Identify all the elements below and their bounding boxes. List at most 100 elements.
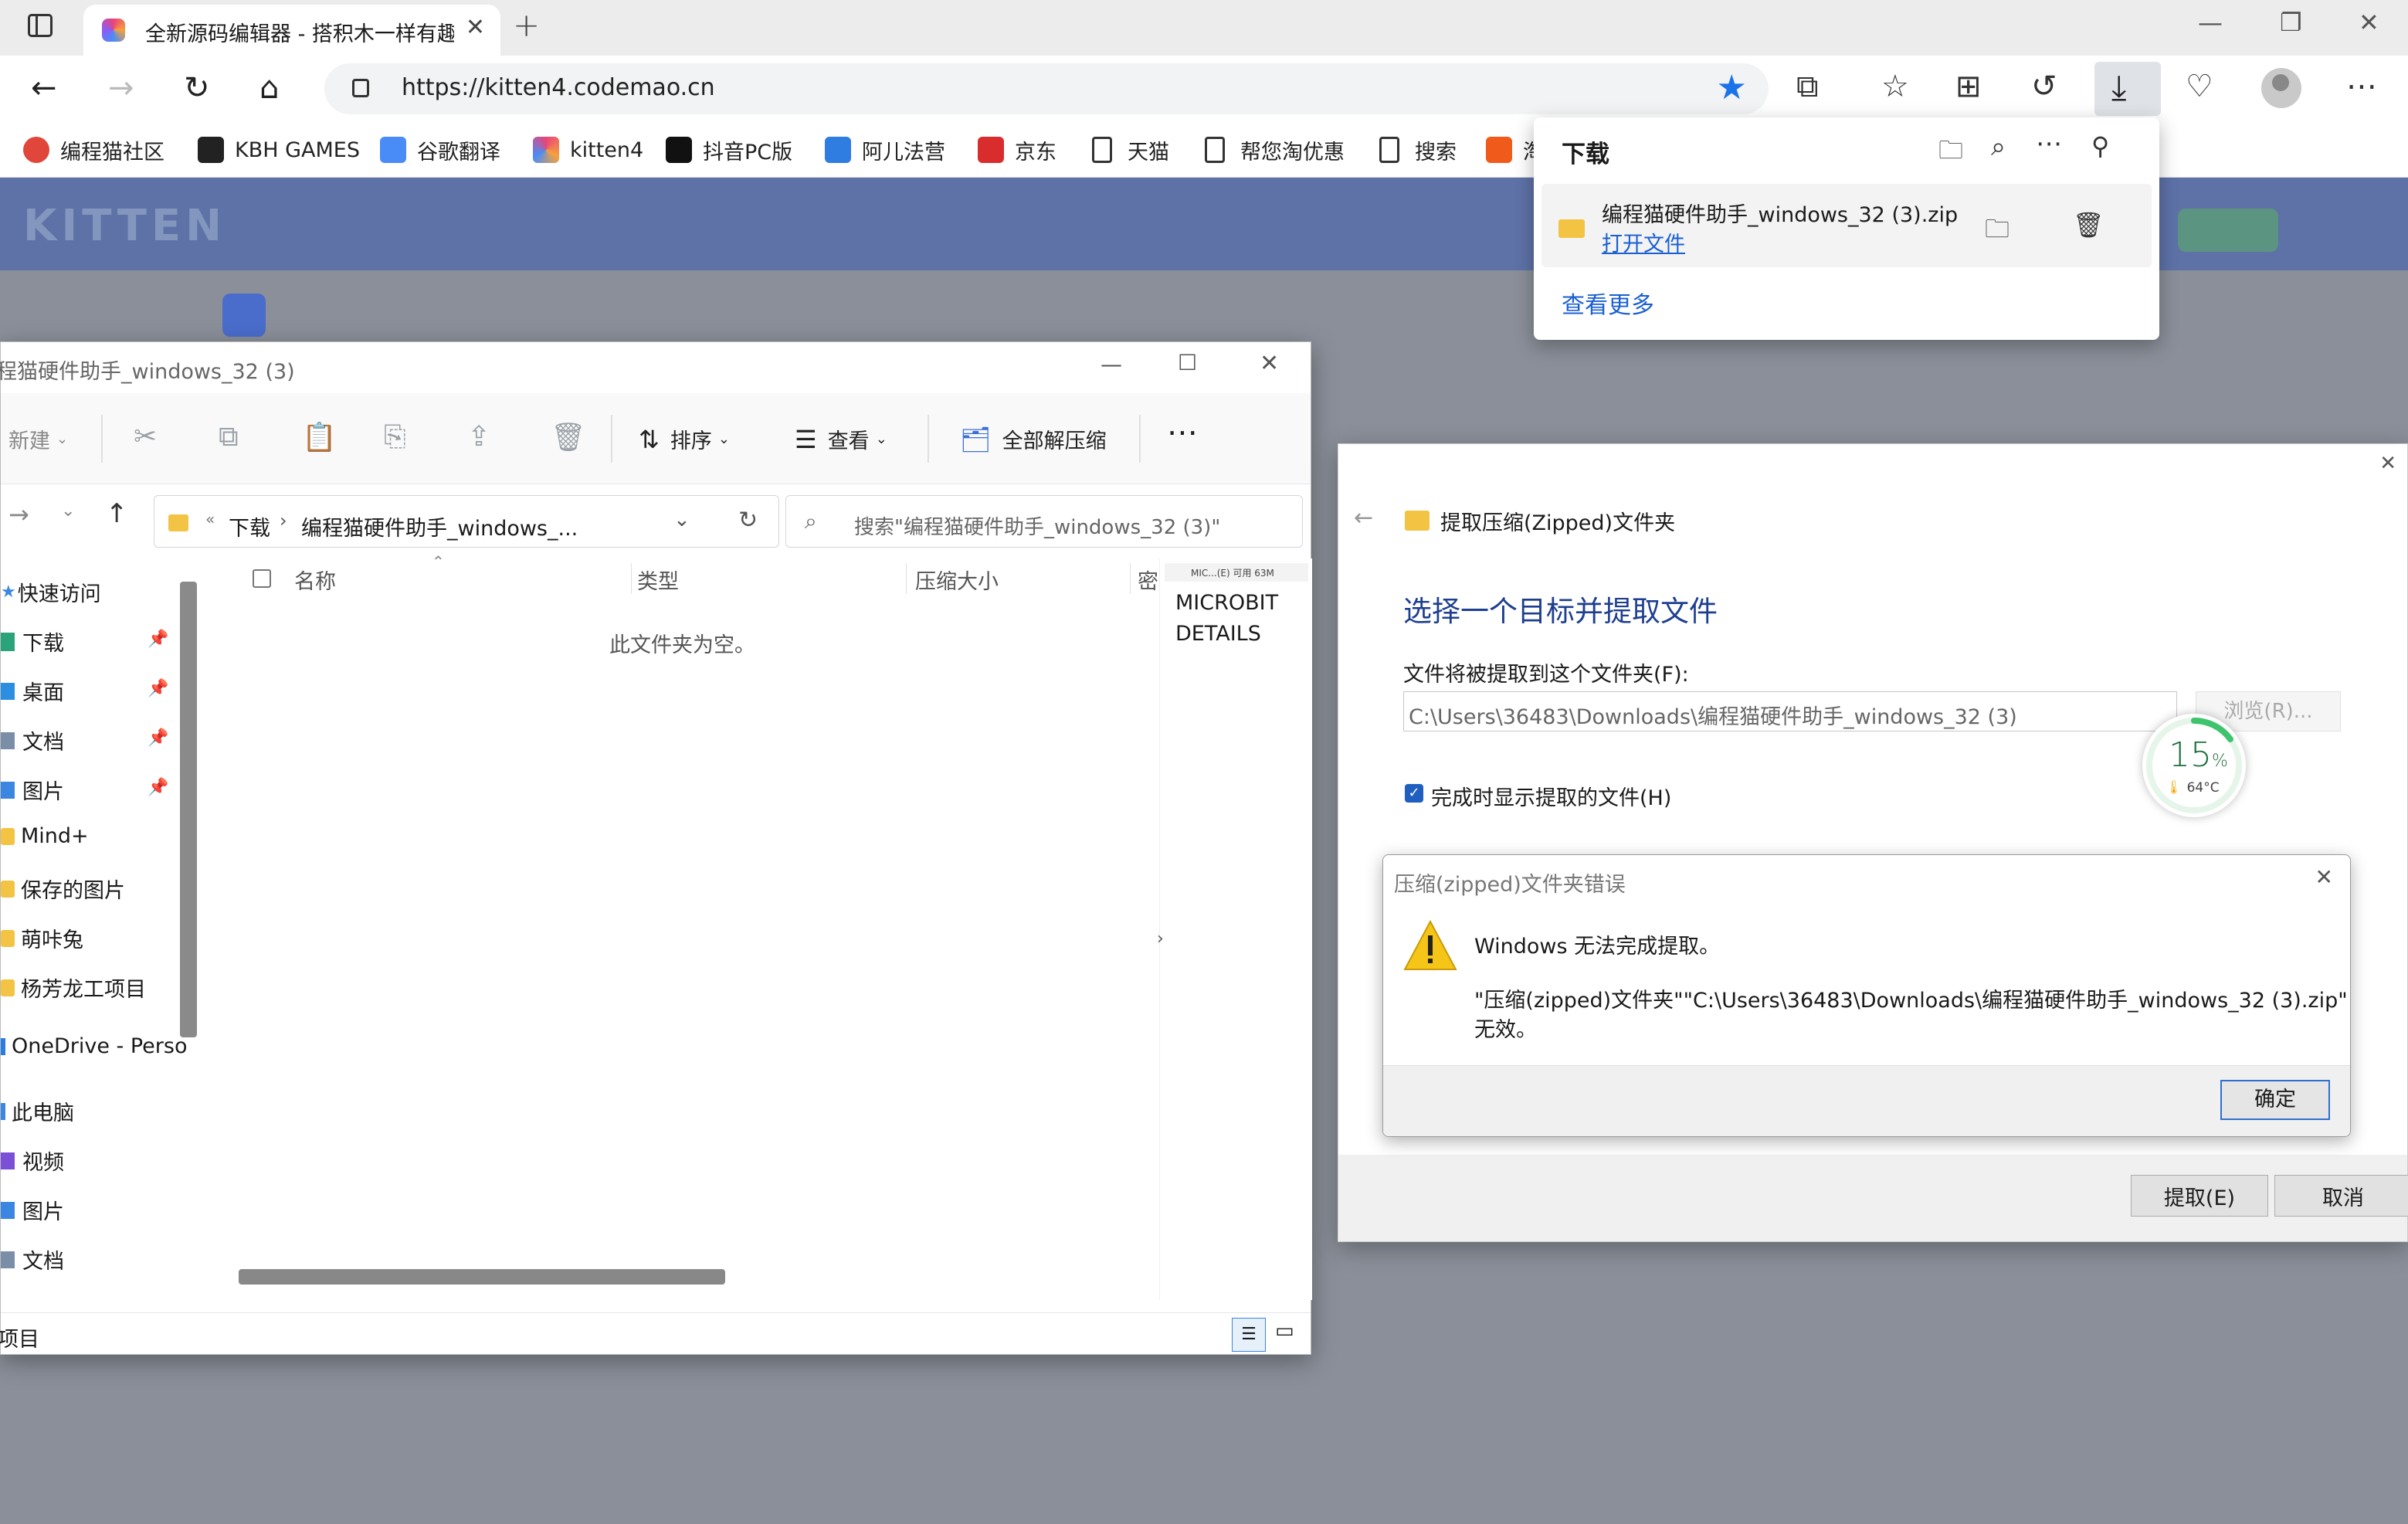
share-icon[interactable]: ⇪ (467, 421, 490, 453)
home-icon[interactable]: ⌂ (259, 70, 279, 107)
sidebar-item-pictures[interactable]: 图片 (1, 775, 64, 805)
maximize-icon[interactable]: ☐ (1178, 350, 1197, 375)
bookmark-item[interactable]: 谷歌翻译 (380, 133, 500, 167)
sidebar-item-mengkatu[interactable]: 萌咔兔 (1, 923, 83, 953)
close-icon[interactable]: ✕ (2379, 452, 2396, 475)
minimize-icon[interactable]: — (1101, 351, 1122, 377)
show-files-checkbox[interactable]: ✓ (1405, 784, 1423, 803)
new-button[interactable]: 新建 ⌄ (8, 424, 68, 454)
favorites-icon[interactable]: ☆ (1881, 66, 1909, 107)
new-tab-icon[interactable]: + (513, 6, 540, 44)
show-in-folder-icon[interactable]: 🗀 (1985, 212, 2009, 253)
close-window-icon[interactable]: ✕ (2359, 8, 2379, 37)
see-more-link[interactable]: 查看更多 (1562, 286, 1654, 320)
column-type[interactable]: 类型 (637, 565, 679, 595)
sidebar-item-pictures-pc[interactable]: 图片 (1, 1195, 64, 1225)
bookmark-item[interactable]: 抖音PC版 (666, 133, 792, 167)
select-all-checkbox[interactable] (253, 569, 271, 588)
chevron-down-icon[interactable]: ⌄ (673, 508, 690, 531)
extract-all-button[interactable]: 🗂 全部解压缩 (960, 424, 1107, 454)
close-icon[interactable]: ✕ (1260, 350, 1279, 377)
forward-icon[interactable]: → (108, 70, 134, 107)
favorite-star-icon[interactable]: ★ (1717, 68, 1747, 107)
restore-icon[interactable]: ❐ (2280, 8, 2302, 37)
sidebar-item-onedrive[interactable]: OneDrive - Perso (1, 1034, 187, 1058)
sidebar-item-saved-pictures[interactable]: 保存的图片 (1, 874, 125, 904)
back-icon[interactable]: ← (1354, 504, 1373, 531)
tab-actions-icon[interactable] (28, 14, 53, 37)
sidebar-item-project[interactable]: 杨芳龙工项目 (1, 972, 146, 1003)
back-icon[interactable]: ← (31, 70, 57, 107)
up-arrow-icon[interactable]: ↑ (106, 498, 128, 529)
breadcrumb[interactable]: « 下载 › 编程猫硬件助手_windows_... ⌄ ↻ (154, 495, 779, 548)
history-icon[interactable]: ↺ (2031, 66, 2057, 107)
bookmark-item[interactable]: KBH GAMES (198, 133, 360, 167)
open-file-link[interactable]: 打开文件 (1602, 227, 1685, 257)
sidebar-item-documents-pc[interactable]: 文档 (1, 1244, 64, 1275)
pin-icon[interactable]: 📌 (148, 778, 168, 797)
sort-button[interactable]: ⇅ 排序 ⌄ (639, 424, 730, 454)
extensions-icon[interactable]: ⧉ (1796, 66, 1819, 107)
sidebar-item-desktop[interactable]: 桌面 (1, 676, 64, 706)
more-options-icon[interactable]: ⋯ (2036, 128, 2062, 159)
bookmark-item[interactable]: 京东 (978, 133, 1056, 167)
close-icon[interactable]: ✕ (2315, 864, 2333, 890)
recent-chevron-icon[interactable]: ⌄ (61, 501, 75, 521)
cancel-button[interactable]: 取消 (2274, 1175, 2408, 1217)
ok-button[interactable]: 确定 (2220, 1080, 2330, 1120)
bookmark-item[interactable]: 帮您淘优惠 (1205, 133, 1345, 167)
dest-path-input[interactable]: C:\Users\36483\Downloads\编程猫硬件助手_windows… (1403, 691, 2177, 731)
bookmark-item[interactable]: kitten4 (533, 133, 643, 167)
cpu-monitor-widget[interactable]: 15% 🌡 64°C (2142, 714, 2246, 817)
horizontal-scrollbar[interactable] (239, 1269, 725, 1285)
sidebar-item-downloads[interactable]: 下载 (1, 626, 64, 657)
browser-tab[interactable]: 全新源码编辑器 - 搭积木一样有趣 ✕ (83, 5, 500, 56)
url-input[interactable]: https://kitten4.codemao.cn ★ (324, 63, 1769, 114)
minimize-icon[interactable]: — (2198, 8, 2223, 37)
sidebar-item-videos[interactable]: 视频 (1, 1146, 64, 1176)
tiles-view-icon[interactable]: ▭ (1275, 1319, 1294, 1342)
extract-button[interactable]: 提取(E) (2131, 1175, 2268, 1217)
delete-icon[interactable]: 🗑 (2073, 210, 2104, 239)
open-folder-icon[interactable]: 🗀 (1938, 133, 1963, 175)
cut-icon[interactable]: ✂ (134, 421, 157, 453)
refresh-icon[interactable]: ↻ (184, 70, 210, 107)
download-item[interactable]: 编程猫硬件助手_windows_32 (3).zip 打开文件 🗀 🗑 (1541, 184, 2152, 267)
forward-icon[interactable]: → (8, 500, 29, 529)
details-view-icon[interactable]: ☰ (1232, 1318, 1266, 1352)
overflow-icon[interactable]: « (205, 510, 215, 528)
column-password[interactable]: 密 (1138, 565, 1158, 595)
copy-icon[interactable]: ⧉ (219, 421, 239, 453)
more-menu-icon[interactable]: ⋯ (2346, 66, 2377, 107)
performance-icon[interactable]: ♡ (2186, 66, 2213, 107)
sidebar-item-documents[interactable]: 文档 (1, 725, 64, 755)
bookmark-item[interactable]: 搜索 (1379, 133, 1457, 167)
rename-icon[interactable]: ⎘ (384, 421, 406, 453)
preview-item[interactable]: DETAILS (1175, 622, 1261, 646)
lock-icon[interactable] (352, 79, 369, 97)
collections-icon[interactable]: ⊞ (1955, 66, 1982, 107)
downloads-button[interactable]: ⤓ (2094, 62, 2161, 116)
chevron-right-icon[interactable]: › (1157, 929, 1164, 949)
bookmark-item[interactable]: 天猫 (1092, 133, 1169, 167)
sidebar-scrollbar[interactable] (180, 582, 197, 1037)
pin-icon[interactable]: 📌 (148, 728, 168, 748)
pin-icon[interactable]: 📌 (148, 679, 168, 698)
refresh-icon[interactable]: ↻ (738, 507, 758, 534)
breadcrumb-downloads[interactable]: 下载 (229, 511, 270, 541)
bookmark-item[interactable]: 阿儿法营 (825, 133, 945, 167)
sidebar-item-this-pc[interactable]: 此电脑 (1, 1096, 74, 1126)
column-compressed-size[interactable]: 压缩大小 (915, 565, 999, 595)
bookmark-item[interactable]: 编程猫社区 (23, 133, 164, 167)
search-icon[interactable]: ⌕ (1991, 131, 2006, 162)
delete-icon[interactable]: 🗑 (551, 421, 586, 453)
pin-icon[interactable]: ⚲ (2091, 131, 2109, 161)
sidebar-item-quick-access[interactable]: ★ 快速访问 (1, 577, 101, 607)
pin-icon[interactable]: 📌 (148, 630, 168, 649)
paste-icon[interactable]: 📋 (302, 421, 337, 453)
search-input[interactable]: ⌕ 搜索"编程猫硬件助手_windows_32 (3)" (785, 495, 1303, 548)
view-button[interactable]: ☰ 查看 ⌄ (795, 424, 887, 454)
profile-avatar[interactable] (2261, 68, 2301, 108)
sidebar-item-mindplus[interactable]: Mind+ (1, 824, 89, 848)
preview-item[interactable]: MICROBIT (1175, 591, 1278, 615)
